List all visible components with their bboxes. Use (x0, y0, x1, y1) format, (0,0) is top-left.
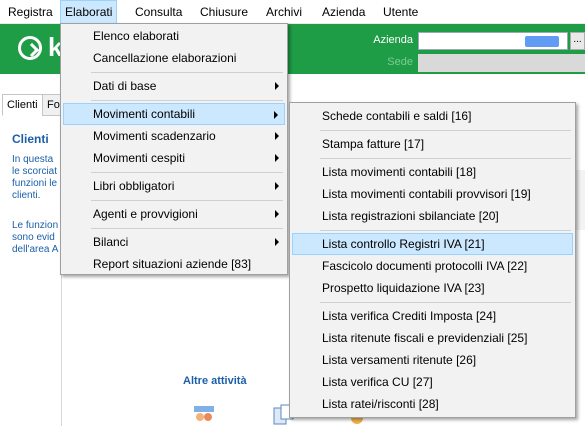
elaborati-menu: Elenco elaborati Cancellazione elaborazi… (60, 23, 288, 275)
redacted-value (525, 36, 559, 47)
chevron-right-icon (275, 132, 279, 140)
azienda-label: Azienda (373, 34, 413, 46)
menu-registra[interactable]: Registra (4, 0, 57, 24)
menu-separator (91, 100, 283, 101)
left-pane-text-2: Le funzion sono evid dell'area A (12, 220, 59, 255)
menu-item-lista-controllo-registri-iva[interactable]: Lista controllo Registri IVA [21] (292, 233, 573, 255)
menu-separator (91, 200, 283, 201)
menu-item-dati-di-base[interactable]: Dati di base (63, 75, 285, 97)
menu-item-lista-movimenti-contabili[interactable]: Lista movimenti contabili [18] (292, 161, 573, 183)
menu-item-elenco-elaborati[interactable]: Elenco elaborati (63, 25, 285, 47)
right-strip (575, 170, 585, 230)
menu-item-libri-obbligatori[interactable]: Libri obbligatori (63, 175, 285, 197)
altre-attivita-heading: Altre attività (183, 375, 247, 387)
menu-item-stampa-fatture[interactable]: Stampa fatture [17] (292, 133, 573, 155)
movimenti-contabili-submenu: Schede contabili e saldi [16] Stampa fat… (289, 102, 576, 418)
left-tabs: Clienti Fo (0, 94, 65, 116)
left-pane: Clienti In questa le scorciat funzioni l… (0, 116, 62, 426)
menu-item-schede-contabili[interactable]: Schede contabili e saldi [16] (292, 105, 573, 127)
menu-item-movimenti-contabili[interactable]: Movimenti contabili (63, 103, 285, 125)
azienda-input[interactable] (418, 32, 568, 50)
menu-item-lista-verifica-crediti[interactable]: Lista verifica Crediti Imposta [24] (292, 305, 573, 327)
menu-item-lista-versamenti-ritenute[interactable]: Lista versamenti ritenute [26] (292, 349, 573, 371)
azienda-browse-button[interactable]: ... (570, 32, 585, 50)
menu-separator (320, 230, 571, 231)
menu-item-lista-movimenti-provvisori[interactable]: Lista movimenti contabili provvisori [19… (292, 183, 573, 205)
menu-separator (320, 302, 571, 303)
menu-item-lista-ritenute[interactable]: Lista ritenute fiscali e previdenziali [… (292, 327, 573, 349)
chevron-right-icon (275, 238, 279, 246)
sede-input[interactable] (418, 54, 585, 72)
menu-item-report-situazioni-aziende[interactable]: Report situazioni aziende [83] (63, 253, 285, 275)
menu-separator (320, 158, 571, 159)
menu-item-movimenti-scadenzario[interactable]: Movimenti scadenzario (63, 125, 285, 147)
chevron-right-icon (275, 182, 279, 190)
menu-consulta[interactable]: Consulta (131, 0, 186, 24)
menu-separator (91, 72, 283, 73)
tab-clienti[interactable]: Clienti (2, 94, 43, 116)
left-pane-title: Clienti (12, 132, 49, 146)
left-pane-text-1: In questa le scorciat funzioni le client… (12, 154, 58, 201)
menu-item-fascicolo-documenti[interactable]: Fascicolo documenti protocolli IVA [22] (292, 255, 573, 277)
menu-item-movimenti-cespiti[interactable]: Movimenti cespiti (63, 147, 285, 169)
menu-item-cancellazione-elaborazioni[interactable]: Cancellazione elaborazioni (63, 47, 285, 69)
menu-archivi[interactable]: Archivi (262, 0, 306, 24)
logo-icon (18, 36, 42, 60)
menu-azienda[interactable]: Azienda (318, 0, 369, 24)
chevron-right-icon (274, 111, 278, 119)
menu-separator (320, 130, 571, 131)
menu-item-lista-registrazioni-sbilanciate[interactable]: Lista registrazioni sbilanciate [20] (292, 205, 573, 227)
menu-separator (91, 228, 283, 229)
menu-item-lista-ratei-risconti[interactable]: Lista ratei/risconti [28] (292, 393, 573, 415)
menu-item-prospetto-liquidazione-iva[interactable]: Prospetto liquidazione IVA [23] (292, 277, 573, 299)
chevron-right-icon (275, 82, 279, 90)
menubar: Registra Elaborati Consulta Chiusure Arc… (0, 0, 585, 24)
sede-label: Sede (387, 56, 413, 68)
menu-elaborati[interactable]: Elaborati (60, 0, 118, 24)
menu-item-agenti-e-provvigioni[interactable]: Agenti e provvigioni (63, 203, 285, 225)
menu-item-lista-verifica-cu[interactable]: Lista verifica CU [27] (292, 371, 573, 393)
chevron-right-icon (275, 154, 279, 162)
users-icon[interactable] (193, 404, 215, 426)
menu-item-bilanci[interactable]: Bilanci (63, 231, 285, 253)
menu-utente[interactable]: Utente (379, 0, 422, 24)
menu-chiusure[interactable]: Chiusure (196, 0, 252, 24)
chevron-right-icon (275, 210, 279, 218)
menu-separator (91, 172, 283, 173)
